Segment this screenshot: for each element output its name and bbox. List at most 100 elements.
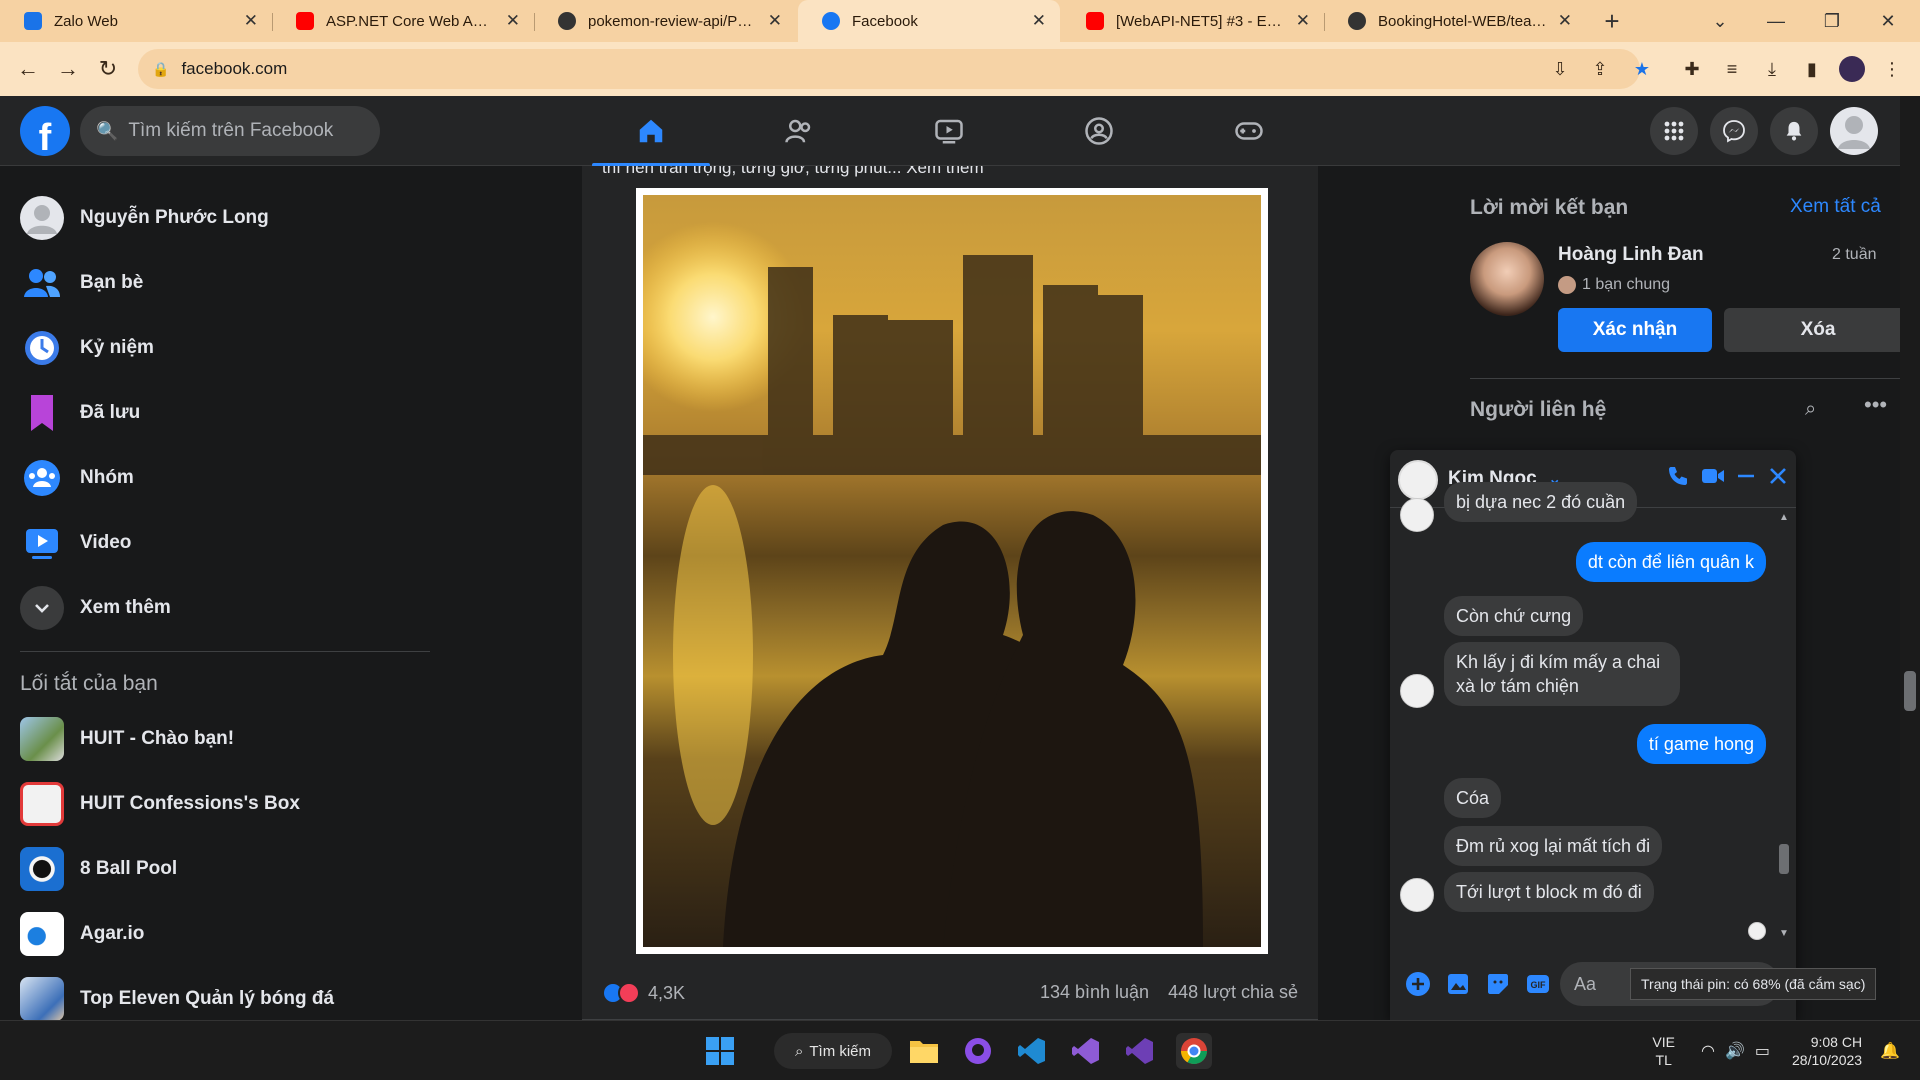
minimize-icon[interactable]: — [1748, 0, 1804, 42]
vscode-icon[interactable] [1014, 1033, 1050, 1069]
menu-grid-button[interactable] [1650, 107, 1698, 155]
visual-studio-preview-icon[interactable] [1122, 1033, 1158, 1069]
youtube-icon [1086, 12, 1104, 30]
tab-search-icon[interactable]: ⌄ [1692, 0, 1748, 42]
visual-studio-icon[interactable] [1068, 1033, 1104, 1069]
restore-icon[interactable]: ❐ [1804, 0, 1860, 42]
search-icon[interactable]: ⌕ [1805, 398, 1816, 421]
wifi-icon[interactable]: ◠ [1701, 1041, 1715, 1061]
sidebar-item-label: Kỷ niệm [80, 337, 154, 358]
install-app-icon[interactable]: ⇩ [1540, 49, 1580, 89]
tab-pokemon[interactable]: pokemon-review-api/Poke ✕ [534, 0, 796, 42]
windows-start-icon[interactable] [702, 1033, 738, 1069]
account-avatar[interactable] [1830, 107, 1878, 155]
back-icon[interactable]: ← [8, 49, 48, 89]
chat-scrollbar[interactable]: ▲ ▼ [1778, 512, 1790, 942]
more-options-icon[interactable]: ••• [1864, 392, 1887, 418]
confirm-button[interactable]: Xác nhận [1558, 308, 1712, 352]
shares-count[interactable]: 448 lượt chia sẻ [1168, 982, 1298, 1002]
share-icon[interactable]: ⇪ [1580, 49, 1620, 89]
extensions-icon[interactable]: ✚ [1672, 49, 1712, 89]
messenger-button[interactable] [1710, 107, 1758, 155]
volume-icon[interactable]: 🔊 [1725, 1041, 1745, 1061]
comments-count[interactable]: 134 bình luận [1040, 982, 1149, 1002]
post-photo[interactable] [636, 188, 1268, 954]
reactions-summary[interactable]: 4,3K [602, 982, 685, 1004]
side-panel-icon[interactable]: ▮ [1792, 49, 1832, 89]
shortcut-item[interactable]: HUIT Confessions's Box [10, 774, 430, 834]
chrome-icon[interactable] [1176, 1033, 1212, 1069]
facebook-search[interactable]: 🔍 Tìm kiếm trên Facebook [80, 106, 380, 156]
notifications-button[interactable] [1770, 107, 1818, 155]
sidebar-item-see-more[interactable]: Xem thêm [10, 578, 430, 638]
close-tab-icon[interactable]: ✕ [1032, 11, 1046, 31]
shortcut-item[interactable]: Agar.io [10, 904, 430, 964]
video-call-icon[interactable] [1700, 464, 1726, 493]
close-tab-icon[interactable]: ✕ [506, 11, 520, 31]
nav-groups[interactable] [1034, 96, 1164, 166]
chat-scroll-thumb[interactable] [1779, 844, 1789, 874]
sticker-icon[interactable] [1484, 970, 1512, 998]
tab-aspnet[interactable]: ASP.NET Core Web API - 5 ✕ [272, 0, 534, 42]
tab-facebook[interactable]: Facebook ✕ [798, 0, 1060, 42]
request-name[interactable]: Hoàng Linh Đan [1558, 244, 1704, 266]
nav-watch[interactable] [884, 96, 1014, 166]
tab-bookinghotel[interactable]: BookingHotel-WEB/teamp ✕ [1324, 0, 1586, 42]
close-window-icon[interactable]: ✕ [1860, 0, 1916, 42]
facebook-logo[interactable]: f [20, 106, 70, 156]
battery-icon[interactable]: ▭ [1755, 1041, 1770, 1061]
see-all-link[interactable]: Xem tất cả [1790, 196, 1881, 218]
plus-circle-icon[interactable] [1404, 970, 1432, 998]
gif-icon[interactable]: GIF [1524, 970, 1552, 998]
sidebar-item-saved[interactable]: Đã lưu [10, 383, 430, 443]
new-tab-button[interactable]: + [1584, 0, 1640, 42]
close-tab-icon[interactable]: ✕ [1558, 11, 1572, 31]
close-tab-icon[interactable]: ✕ [244, 11, 258, 31]
photo-icon[interactable] [1444, 970, 1472, 998]
post-stats: 4,3K 134 bình luận 448 lượt chia sẻ [582, 966, 1318, 1020]
sidebar-item-profile[interactable]: Nguyễn Phước Long [10, 188, 430, 248]
battery-tooltip: Trạng thái pin: có 68% (đã cắm sạc) [1630, 968, 1877, 1000]
reload-icon[interactable]: ↻ [88, 49, 128, 89]
nav-home[interactable] [586, 96, 716, 167]
close-chat-icon[interactable] [1766, 464, 1790, 493]
delete-button[interactable]: Xóa [1724, 308, 1912, 352]
sidebar-item-friends[interactable]: Bạn bè [10, 253, 430, 313]
page-scrollbar[interactable] [1900, 96, 1920, 1020]
github-desktop-icon[interactable] [960, 1033, 996, 1069]
sidebar-item-groups[interactable]: Nhóm [10, 448, 430, 508]
request-avatar[interactable] [1470, 242, 1544, 316]
minimize-chat-icon[interactable] [1734, 464, 1758, 493]
chat-avatar[interactable] [1398, 460, 1438, 500]
file-explorer-icon[interactable] [906, 1033, 942, 1069]
tab-zalo[interactable]: Zalo Web ✕ [0, 0, 272, 42]
voice-call-icon[interactable] [1666, 464, 1690, 493]
mutual-friends[interactable]: 1 bạn chung [1558, 276, 1670, 294]
notification-bell-icon[interactable]: 🔔 [1880, 1041, 1900, 1061]
sidebar-item-label: Nhóm [80, 467, 134, 488]
forward-icon[interactable]: → [48, 49, 88, 89]
github-icon [1348, 12, 1366, 30]
address-bar[interactable]: 🔒 facebook.com [138, 49, 1640, 89]
shortcut-item[interactable]: 8 Ball Pool [10, 839, 430, 899]
taskbar-search[interactable]: ⌕ Tìm kiếm [774, 1033, 892, 1069]
input-language[interactable]: VIE TL [1652, 1033, 1675, 1069]
close-tab-icon[interactable]: ✕ [1296, 11, 1310, 31]
clock[interactable]: 9:08 CH 28/10/2023 [1792, 1033, 1862, 1069]
sidebar-item-video[interactable]: Video [10, 513, 430, 573]
post-text[interactable]: thì nên trân trọng, từng giờ, từng phút.… [602, 166, 984, 178]
profile-avatar[interactable] [1832, 49, 1872, 89]
sidebar-item-memories[interactable]: Kỷ niệm [10, 318, 430, 378]
tab-webapi[interactable]: [WebAPI-NET5] #3 - Entity ✕ [1062, 0, 1324, 42]
nav-friends[interactable] [734, 96, 864, 166]
page-scroll-thumb[interactable] [1904, 671, 1916, 711]
nav-gaming[interactable] [1184, 96, 1314, 166]
media-control-icon[interactable]: ≡ [1712, 49, 1752, 89]
browser-menu-icon[interactable]: ⋮ [1872, 49, 1912, 89]
shortcut-item[interactable]: HUIT - Chào bạn! [10, 709, 430, 769]
message-incoming: Cóa [1444, 778, 1502, 818]
left-sidebar: Nguyễn Phước Long Bạn bè Kỷ niệm Đã lưu … [0, 166, 440, 1021]
close-tab-icon[interactable]: ✕ [768, 11, 782, 31]
bookmark-star-icon[interactable]: ★ [1622, 49, 1662, 89]
downloads-icon[interactable]: ⤓ [1752, 49, 1792, 89]
